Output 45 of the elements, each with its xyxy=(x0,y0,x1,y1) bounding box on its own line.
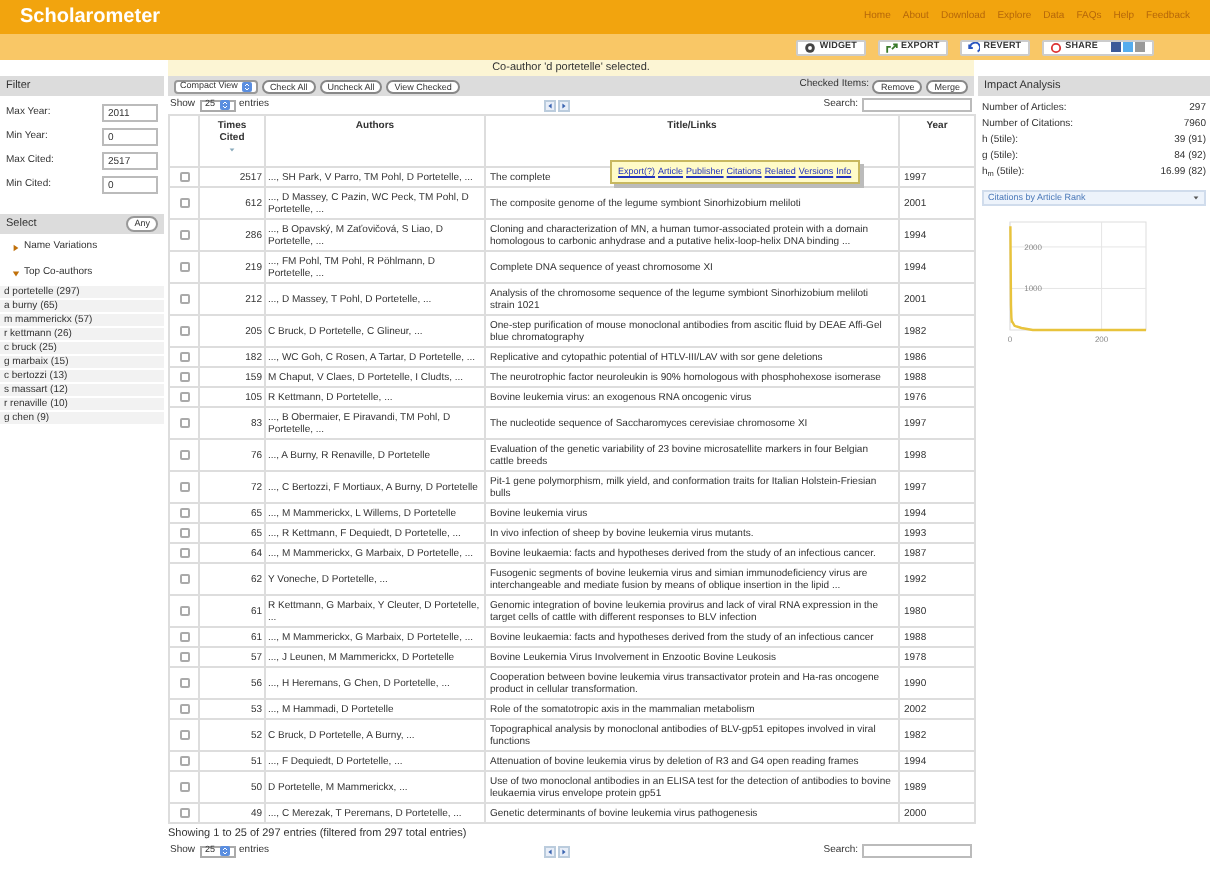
checkbox[interactable] xyxy=(179,547,189,558)
sort-icon xyxy=(228,146,236,154)
checkbox[interactable] xyxy=(179,261,189,272)
left-arrow-icon xyxy=(546,847,554,855)
next-page-button[interactable] xyxy=(558,845,570,857)
export-icon xyxy=(885,41,898,53)
gear-icon xyxy=(803,41,816,53)
search-field[interactable] xyxy=(862,98,972,112)
checkbox[interactable] xyxy=(179,781,189,792)
dropdown-icon xyxy=(1192,194,1200,202)
stepper-icon xyxy=(219,100,230,110)
checkbox[interactable] xyxy=(179,351,189,362)
checkbox[interactable] xyxy=(179,507,189,518)
right-arrow-icon xyxy=(560,101,568,109)
checkbox[interactable] xyxy=(179,325,189,336)
checkbox[interactable] xyxy=(179,371,189,382)
checkbox[interactable] xyxy=(179,197,189,208)
checkbox[interactable] xyxy=(179,729,189,740)
social-icons-icon xyxy=(1110,42,1146,52)
checkbox[interactable] xyxy=(179,391,189,402)
share-icon xyxy=(1049,41,1062,53)
checkbox[interactable] xyxy=(179,605,189,616)
previous-page-button[interactable] xyxy=(544,99,556,111)
checkbox[interactable] xyxy=(179,631,189,642)
checkbox[interactable] xyxy=(179,807,189,818)
revert-icon xyxy=(967,41,980,53)
search-field[interactable] xyxy=(862,844,972,858)
checkbox[interactable] xyxy=(179,171,189,182)
checkbox[interactable] xyxy=(179,703,189,714)
checkbox[interactable] xyxy=(179,527,189,538)
stepper-icon xyxy=(219,846,230,856)
right-arrow-icon xyxy=(560,847,568,855)
checkbox[interactable] xyxy=(179,481,189,492)
next-page-button[interactable] xyxy=(558,99,570,111)
stepper-icon xyxy=(241,81,252,91)
checkbox[interactable] xyxy=(179,229,189,240)
checkbox[interactable] xyxy=(179,417,189,428)
checkbox[interactable] xyxy=(179,755,189,766)
checkbox[interactable] xyxy=(179,293,189,304)
previous-page-button[interactable] xyxy=(544,845,556,857)
checkbox[interactable] xyxy=(179,651,189,662)
checkbox[interactable] xyxy=(179,449,189,460)
checkbox[interactable] xyxy=(179,677,189,688)
left-arrow-icon xyxy=(546,101,554,109)
checkbox[interactable] xyxy=(179,573,189,584)
